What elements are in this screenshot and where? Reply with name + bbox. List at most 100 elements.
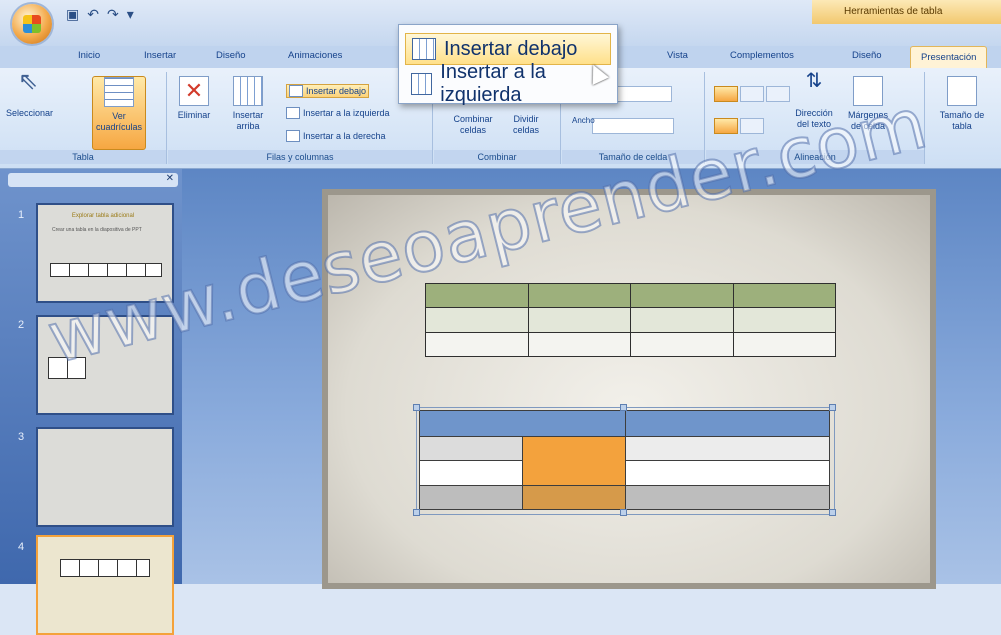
resize-handle[interactable] bbox=[413, 404, 420, 411]
dividir-celdas-button[interactable]: Dividir celdas bbox=[504, 114, 548, 136]
mini-table bbox=[48, 357, 86, 379]
slide-thumb-4[interactable] bbox=[36, 535, 174, 635]
table-cell[interactable] bbox=[625, 409, 830, 438]
table-cell[interactable] bbox=[419, 484, 523, 511]
resize-handle[interactable] bbox=[413, 509, 420, 516]
text-direction-icon: ⇅ bbox=[805, 70, 823, 92]
insertar-debajo-button[interactable]: Insertar debajo bbox=[286, 84, 370, 98]
cell-height-input[interactable] bbox=[610, 86, 672, 102]
table-cell[interactable] bbox=[419, 460, 523, 486]
eliminar-button[interactable]: ✕ Eliminar bbox=[174, 76, 214, 121]
tab-diseno[interactable]: Diseño bbox=[216, 50, 246, 61]
table-cell[interactable] bbox=[630, 331, 734, 358]
resize-handle[interactable] bbox=[829, 509, 836, 516]
insert-menu-popup: Insertar debajo Insertar a la izquierda bbox=[398, 24, 618, 106]
direccion-label: Dirección del texto bbox=[795, 108, 833, 129]
table-cell[interactable] bbox=[425, 331, 529, 358]
cell-width-input[interactable] bbox=[592, 118, 674, 134]
insertar-izquierda-label: Insertar a la izquierda bbox=[303, 108, 390, 118]
seleccionar-button[interactable]: ⇖ Seleccionar bbox=[6, 70, 54, 119]
table-cell[interactable] bbox=[625, 436, 830, 462]
group-filas-columnas: ✕ Eliminar Insertar arriba Insertar deba… bbox=[168, 72, 433, 164]
redo-icon[interactable]: ↷ bbox=[107, 6, 119, 23]
popup-insertar-izquierda[interactable]: Insertar a la izquierda bbox=[405, 61, 609, 106]
table-cell[interactable] bbox=[522, 484, 626, 511]
table-cell[interactable] bbox=[630, 282, 734, 309]
table-cell[interactable] bbox=[527, 282, 631, 309]
customize-icon[interactable]: ▾ bbox=[127, 6, 134, 23]
table-bottom[interactable] bbox=[419, 409, 830, 511]
table-cell[interactable] bbox=[625, 484, 830, 511]
popup-item1-label: Insertar debajo bbox=[444, 37, 578, 60]
table-cell[interactable] bbox=[419, 409, 626, 438]
align-right-icon[interactable] bbox=[766, 86, 790, 102]
insertar-arriba-button[interactable]: Insertar arriba bbox=[228, 76, 268, 132]
align-center-icon[interactable] bbox=[740, 86, 764, 102]
table-cell[interactable] bbox=[625, 460, 830, 486]
tab-animaciones[interactable]: Animaciones bbox=[288, 50, 342, 61]
slide-thumb-1[interactable]: Explorar tabla adicional Crear una tabla… bbox=[36, 203, 174, 303]
align-middle-icon[interactable] bbox=[740, 118, 764, 134]
table-cell[interactable] bbox=[425, 307, 529, 333]
slides-panel: ✕ 1 Explorar tabla adicional Crear una t… bbox=[0, 169, 182, 635]
group-label-alineacion: Alineación bbox=[706, 150, 924, 164]
table-cell[interactable] bbox=[419, 436, 523, 462]
tab-diseno-tabla[interactable]: Diseño bbox=[852, 50, 882, 61]
group-tamano-tabla: Tamaño de tabla bbox=[926, 72, 1001, 164]
group-alineacion: ⇅ Dirección del texto Márgenes de celda … bbox=[706, 70, 925, 164]
close-icon[interactable]: ✕ bbox=[166, 173, 174, 184]
resize-handle[interactable] bbox=[829, 404, 836, 411]
align-top-icon[interactable] bbox=[714, 118, 738, 134]
ver-cuadriculas-button[interactable]: Ver cuadrículas bbox=[92, 76, 146, 150]
insertar-derecha-button[interactable]: Insertar a la derecha bbox=[286, 130, 386, 142]
insert-col-right-icon bbox=[286, 130, 300, 142]
align-left-icon[interactable] bbox=[714, 86, 738, 102]
table-cell[interactable] bbox=[527, 307, 631, 333]
direccion-texto-button[interactable]: ⇅ Dirección del texto bbox=[792, 70, 836, 130]
dividir-celdas-label: Dividir celdas bbox=[512, 114, 539, 135]
slide-number-2: 2 bbox=[18, 319, 25, 331]
group-label-tamano: Tamaño de celda bbox=[562, 150, 704, 164]
table-cell[interactable] bbox=[425, 282, 529, 309]
tab-complementos[interactable]: Complementos bbox=[730, 50, 794, 61]
table-cell[interactable] bbox=[732, 282, 836, 309]
insert-col-left-icon bbox=[411, 73, 433, 95]
quick-access-toolbar: ▣ ↶ ↷ ▾ bbox=[66, 6, 134, 23]
margenes-celda-button[interactable]: Márgenes de celda bbox=[846, 76, 890, 132]
tab-insertar[interactable]: Insertar bbox=[144, 50, 176, 61]
delete-table-icon: ✕ bbox=[179, 76, 209, 106]
slide-canvas[interactable] bbox=[322, 189, 936, 589]
resize-handle[interactable] bbox=[620, 509, 627, 516]
slide-editing-area bbox=[182, 169, 1001, 589]
insert-col-left-icon bbox=[286, 107, 300, 119]
tamano-tabla-button[interactable]: Tamaño de tabla bbox=[934, 76, 990, 132]
group-label-tabla: Tabla bbox=[0, 150, 166, 164]
table-cell[interactable] bbox=[630, 307, 734, 333]
combinar-celdas-button[interactable]: Combinar celdas bbox=[448, 114, 498, 136]
context-tab-title: Herramientas de tabla bbox=[812, 0, 1001, 24]
save-icon[interactable]: ▣ bbox=[66, 6, 79, 23]
group-label-combinar: Combinar bbox=[434, 150, 560, 164]
insert-row-below-icon bbox=[289, 85, 303, 97]
slide-thumb-2[interactable] bbox=[36, 315, 174, 415]
table-top[interactable] bbox=[425, 282, 836, 358]
undo-icon[interactable]: ↶ bbox=[87, 6, 99, 23]
insert-row-below-icon bbox=[412, 38, 436, 60]
office-button[interactable] bbox=[12, 4, 52, 44]
panel-tabs[interactable]: ✕ bbox=[8, 173, 178, 187]
insertar-izquierda-button[interactable]: Insertar a la izquierda bbox=[286, 107, 390, 119]
mini-table bbox=[60, 559, 150, 577]
office-logo-icon bbox=[23, 15, 41, 33]
ver-cuadriculas-label: Ver cuadrículas bbox=[95, 111, 143, 132]
slide-thumb-3[interactable] bbox=[36, 427, 174, 527]
resize-handle[interactable] bbox=[620, 404, 627, 411]
table-cell-orange[interactable] bbox=[522, 436, 626, 486]
table-cell[interactable] bbox=[732, 331, 836, 358]
tab-inicio[interactable]: Inicio bbox=[78, 50, 100, 61]
seleccionar-label: Seleccionar bbox=[6, 108, 54, 118]
table-cell[interactable] bbox=[527, 331, 631, 358]
tab-presentacion[interactable]: Presentación bbox=[910, 46, 988, 69]
tab-vista[interactable]: Vista bbox=[667, 50, 688, 61]
width-label: Ancho bbox=[572, 116, 595, 125]
table-cell[interactable] bbox=[732, 307, 836, 333]
